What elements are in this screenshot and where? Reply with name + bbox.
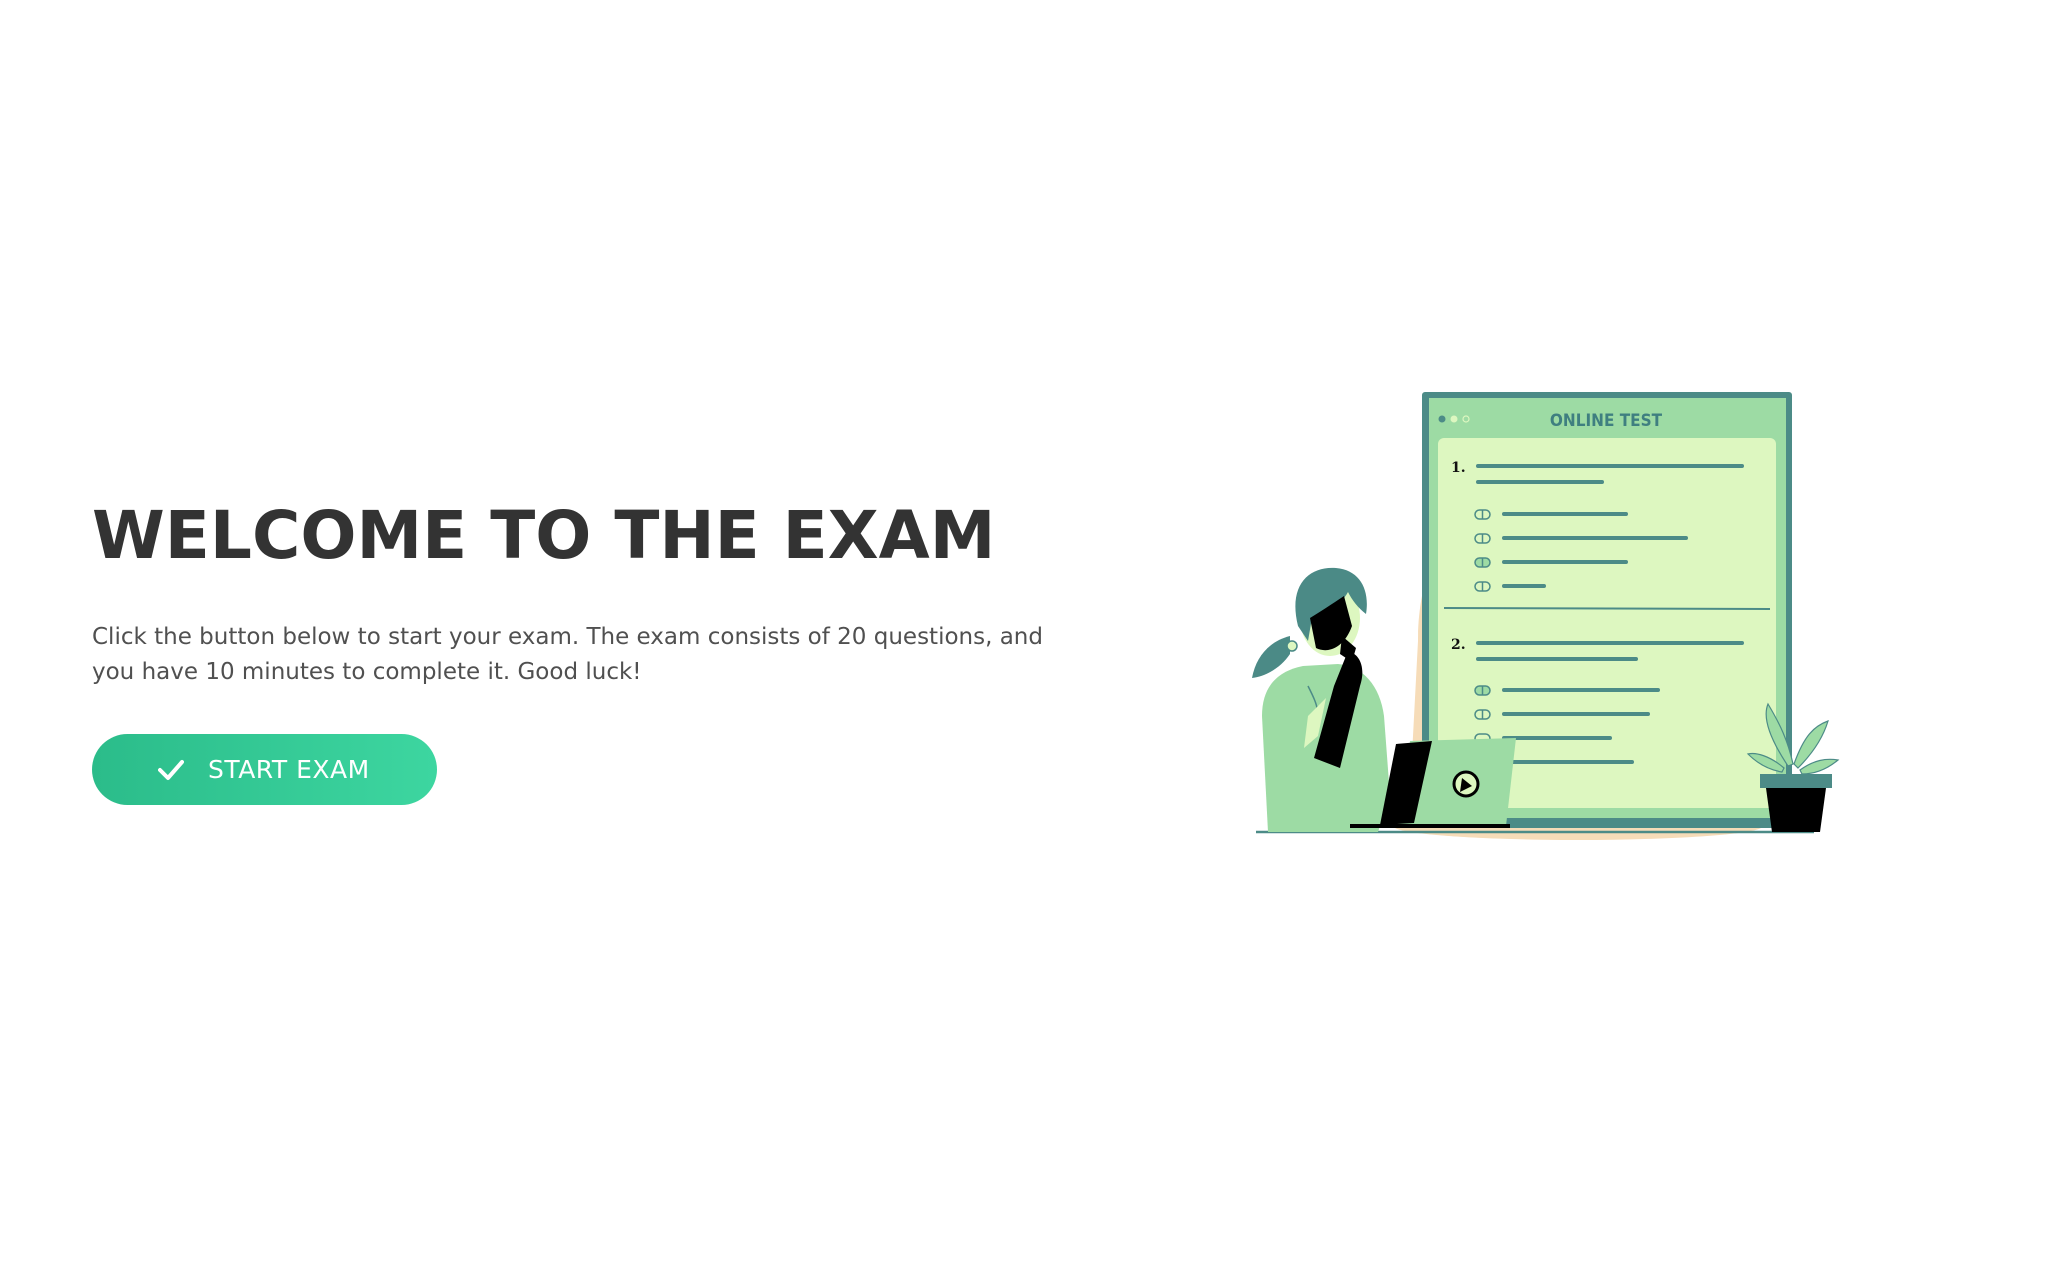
online-test-illustration: ONLINE TEST 1. 2. (1252, 392, 1840, 840)
start-exam-label: START EXAM (208, 755, 370, 784)
question-line (1476, 641, 1744, 645)
start-exam-button[interactable]: START EXAM (92, 734, 437, 805)
question-line (1476, 657, 1638, 661)
exam-description: Click the button below to start your exa… (92, 624, 1043, 685)
question-line (1476, 480, 1604, 484)
page-title: WELCOME TO THE EXAM (92, 497, 996, 574)
question-number: 2. (1451, 637, 1466, 653)
online-test-title: ONLINE TEST (1550, 411, 1663, 431)
window-dot-icon (1438, 415, 1446, 423)
hair-tie (1286, 640, 1298, 652)
window-dot-icon (1450, 415, 1458, 423)
exam-welcome-page: WELCOME TO THE EXAM Click the button bel… (0, 0, 2052, 1283)
question-line (1476, 464, 1744, 468)
welcome-section: WELCOME TO THE EXAM Click the button bel… (92, 496, 1052, 805)
question-divider (1443, 607, 1771, 610)
woman-figure (1252, 567, 1390, 832)
check-icon (158, 759, 184, 780)
question-number: 1. (1451, 460, 1466, 476)
